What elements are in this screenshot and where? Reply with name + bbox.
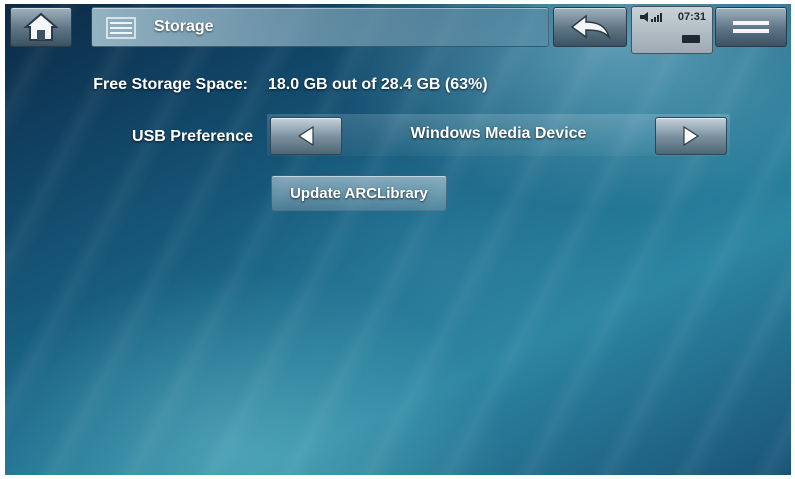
update-arclibrary-button[interactable]: Update ARCLibrary bbox=[271, 175, 447, 211]
home-button[interactable] bbox=[10, 7, 72, 47]
menu-button[interactable] bbox=[715, 7, 787, 47]
page-title: Storage bbox=[154, 18, 214, 35]
volume-signal-icon bbox=[640, 12, 662, 22]
battery-icon bbox=[682, 35, 700, 43]
home-icon bbox=[23, 12, 59, 41]
menu-icon bbox=[733, 21, 769, 33]
back-button[interactable] bbox=[553, 7, 627, 47]
clock: 07:31 bbox=[677, 11, 706, 23]
free-storage-label: Free Storage Space: bbox=[93, 76, 248, 93]
list-icon bbox=[106, 17, 136, 39]
back-arrow-icon bbox=[570, 14, 611, 40]
arrow-left-icon bbox=[297, 125, 314, 147]
title-bar: Storage bbox=[91, 7, 549, 47]
background-streaks bbox=[5, 4, 791, 475]
free-storage-value: 18.0 GB out of 28.4 GB (63%) bbox=[268, 76, 488, 93]
status-panel: 07:31 bbox=[631, 6, 713, 54]
usb-preference-value: Windows Media Device bbox=[410, 125, 587, 142]
usb-prev-button[interactable] bbox=[270, 117, 342, 155]
arrow-right-icon bbox=[683, 125, 700, 147]
storage-screen: Storage 07:31 Free Storage Space: 18.0 G… bbox=[5, 4, 791, 475]
usb-next-button[interactable] bbox=[655, 117, 727, 155]
usb-preference-selector: Windows Media Device bbox=[267, 114, 730, 156]
usb-preference-label: USB Preference bbox=[132, 128, 253, 145]
